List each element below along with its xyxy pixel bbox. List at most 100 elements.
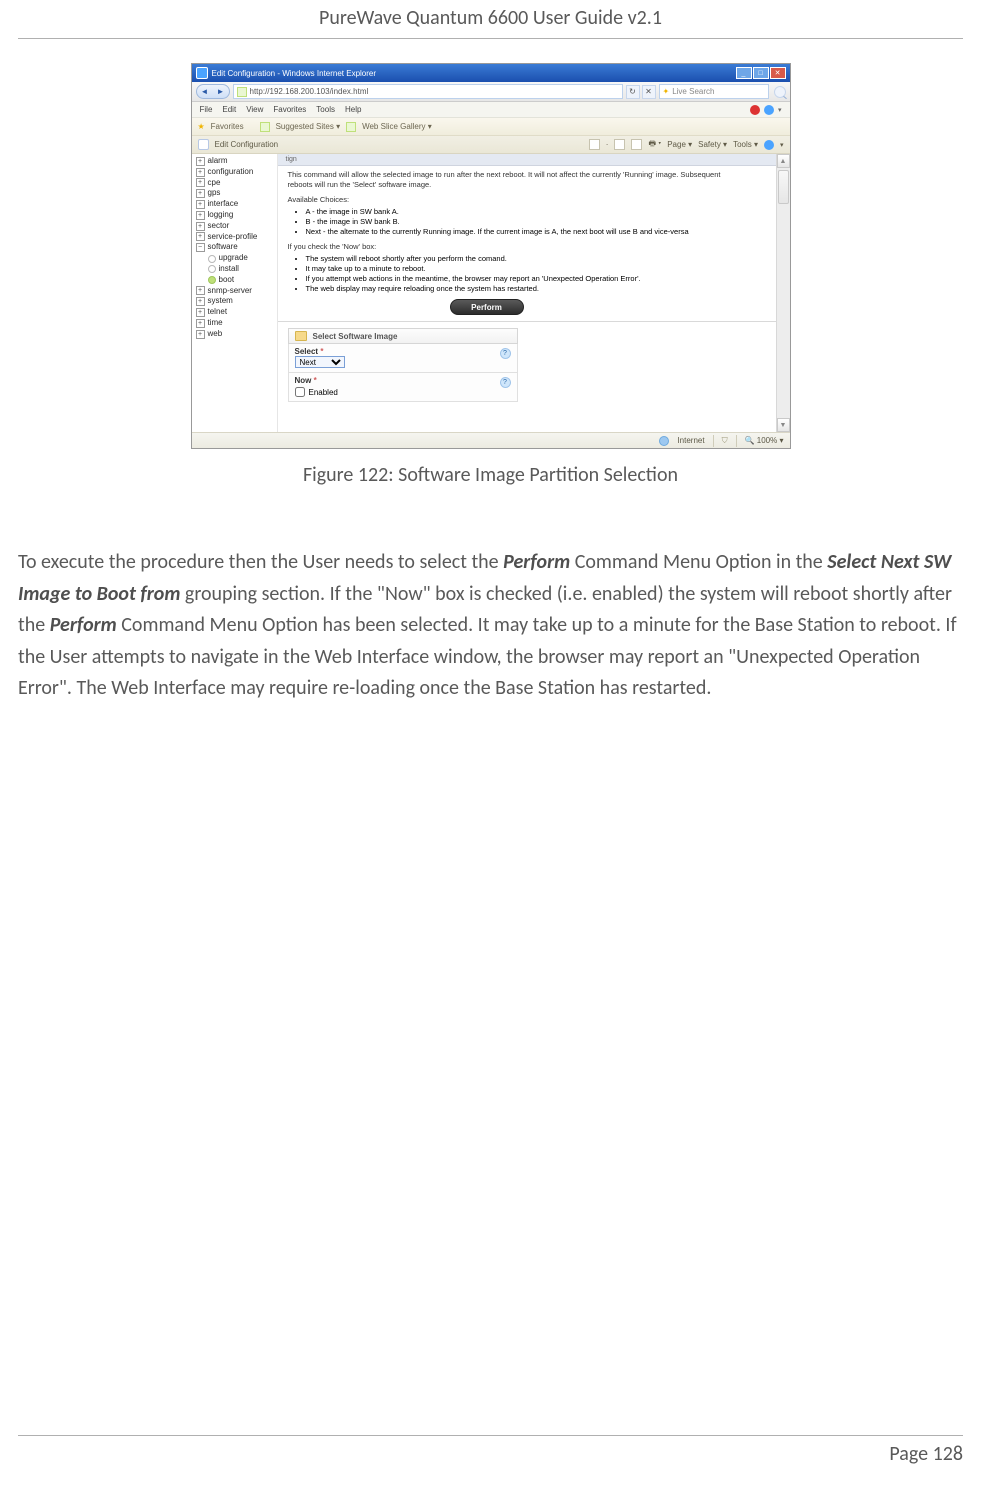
page-footer: Page 128 xyxy=(18,1435,963,1466)
tree-item-telnet[interactable]: +telnet xyxy=(196,307,277,318)
menu-favorites[interactable]: Favorites xyxy=(273,105,306,114)
tree-item-boot[interactable]: boot xyxy=(208,275,277,286)
suggested-sites-link[interactable]: Suggested Sites ▾ xyxy=(276,122,341,131)
tree-item-service-profile[interactable]: +service-profile xyxy=(196,232,277,243)
select-image-header[interactable]: Select Software Image xyxy=(288,328,518,344)
intro-text: This command will allow the selected ima… xyxy=(288,170,746,190)
menu-bar: File Edit View Favorites Tools Help ▾ xyxy=(192,102,790,118)
list-item: The system will reboot shortly after you… xyxy=(306,254,746,264)
list-item: Next - the alternate to the currently Ru… xyxy=(306,227,746,237)
tree-item-sector[interactable]: +sector xyxy=(196,221,277,232)
select-image-label: Select Software Image xyxy=(313,332,398,341)
tab-page-icon xyxy=(198,139,209,150)
web-slice-link[interactable]: Web Slice Gallery ▾ xyxy=(362,122,432,131)
tree-item-configuration[interactable]: +configuration xyxy=(196,167,277,178)
scroll-thumb[interactable] xyxy=(778,170,789,204)
search-placeholder: Live Search xyxy=(672,87,714,96)
stop-button[interactable]: ✕ xyxy=(642,85,656,99)
enabled-checkbox[interactable] xyxy=(295,387,305,397)
now-label: Now * xyxy=(295,376,317,385)
scroll-down-button[interactable]: ▼ xyxy=(777,418,790,432)
enabled-label: Enabled xyxy=(309,388,338,397)
protected-mode-icon: ⛉ xyxy=(722,436,728,446)
forward-icon: ► xyxy=(217,87,225,96)
close-button[interactable]: ✕ xyxy=(770,67,786,79)
list-item: The web display may require reloading on… xyxy=(306,284,746,294)
address-bar-row: ◄ ► http://192.168.200.103/index.html ↻ … xyxy=(192,82,790,102)
zoom-dropdown[interactable]: 🔍 100% ▾ xyxy=(745,436,784,445)
web-slice-icon xyxy=(346,122,356,132)
tree-item-logging[interactable]: +logging xyxy=(196,210,277,221)
menu-help[interactable]: Help xyxy=(345,105,361,114)
help-icon[interactable]: ? xyxy=(500,348,511,359)
tree-item-upgrade[interactable]: upgrade xyxy=(208,253,277,264)
panel-header-strip: tign xyxy=(278,154,776,166)
window-title: Edit Configuration - Windows Internet Ex… xyxy=(212,69,377,78)
list-item: A - the image in SW bank A. xyxy=(306,207,746,217)
tree-item-gps[interactable]: +gps xyxy=(196,188,277,199)
print-dropdown[interactable]: 🖶 ▾ xyxy=(648,138,661,152)
available-choices-list: A - the image in SW bank A. B - the imag… xyxy=(288,207,746,236)
toolbar-sep: · xyxy=(606,140,609,149)
menu-tools[interactable]: Tools xyxy=(316,105,335,114)
body-paragraph: To execute the procedure then the User n… xyxy=(18,547,963,705)
menu-edit[interactable]: Edit xyxy=(222,105,236,114)
stop-icon[interactable] xyxy=(750,105,760,115)
select-label: Select * xyxy=(295,347,324,356)
app-body: +alarm +configuration +cpe +gps +interfa… xyxy=(192,154,790,432)
now-box-label: If you check the 'Now' box: xyxy=(288,242,746,252)
toolbar-page[interactable]: Page ▾ xyxy=(667,140,692,149)
mail-button[interactable] xyxy=(631,139,642,150)
ie-icon xyxy=(196,67,208,79)
tree-item-time[interactable]: +time xyxy=(196,318,277,329)
tree-item-interface[interactable]: +interface xyxy=(196,199,277,210)
refresh-button[interactable]: ↻ xyxy=(626,85,640,99)
select-field-row: Select * ? Next xyxy=(288,344,518,373)
perform-button[interactable]: Perform xyxy=(450,299,524,315)
search-button[interactable] xyxy=(774,86,786,98)
tree-item-alarm[interactable]: +alarm xyxy=(196,156,277,167)
tree-item-cpe[interactable]: +cpe xyxy=(196,178,277,189)
search-input[interactable]: ✦ Live Search xyxy=(659,84,769,99)
available-choices-label: Available Choices: xyxy=(288,195,746,205)
select-dropdown[interactable]: Next xyxy=(295,356,345,368)
tab-bar: Edit Configuration · 🖶 ▾ Page ▾ Safety ▾… xyxy=(192,136,790,154)
page-header-title: PureWave Quantum 6600 User Guide v2.1 xyxy=(18,0,963,38)
footer-divider xyxy=(18,1435,963,1436)
help-icon[interactable]: ? xyxy=(500,377,511,388)
list-item: If you attempt web actions in the meanti… xyxy=(306,274,746,284)
help-about-icon[interactable] xyxy=(764,105,774,115)
vertical-scrollbar[interactable]: ▲ ▼ xyxy=(776,154,790,432)
suggested-sites-icon xyxy=(260,122,270,132)
toolbar-tools[interactable]: Tools ▾ xyxy=(733,140,758,149)
minimize-button[interactable]: _ xyxy=(736,67,752,79)
feeds-button[interactable] xyxy=(614,139,625,150)
tree-item-web[interactable]: +web xyxy=(196,329,277,340)
status-separator xyxy=(736,435,737,447)
maximize-button[interactable]: □ xyxy=(753,67,769,79)
favorites-star-icon[interactable]: ★ xyxy=(198,122,205,131)
status-internet: Internet xyxy=(677,436,704,445)
favorites-label[interactable]: Favorites xyxy=(211,122,244,131)
back-forward-buttons[interactable]: ◄ ► xyxy=(196,84,230,99)
folder-icon xyxy=(295,331,307,341)
tab-label[interactable]: Edit Configuration xyxy=(215,140,279,149)
dropdown-arrow-icon[interactable]: ▾ xyxy=(778,106,782,114)
tree-item-software[interactable]: −software xyxy=(196,242,277,253)
scroll-up-button[interactable]: ▲ xyxy=(777,154,790,168)
search-provider-icon: ✦ xyxy=(663,87,670,96)
menu-view[interactable]: View xyxy=(246,105,263,114)
toolbar-help-arrow[interactable]: ▾ xyxy=(780,141,784,149)
address-input[interactable]: http://192.168.200.103/index.html xyxy=(233,84,623,99)
toolbar-help-icon[interactable] xyxy=(764,140,774,150)
nav-tree: +alarm +configuration +cpe +gps +interfa… xyxy=(192,154,278,432)
menu-file[interactable]: File xyxy=(200,105,213,114)
home-button[interactable] xyxy=(589,139,600,150)
favorites-bar: ★ Favorites Suggested Sites ▾ Web Slice … xyxy=(192,118,790,136)
toolbar-safety[interactable]: Safety ▾ xyxy=(698,140,727,149)
internet-zone-icon xyxy=(659,436,669,446)
list-item: It may take up to a minute to reboot. xyxy=(306,264,746,274)
tree-item-snmp-server[interactable]: +snmp-server xyxy=(196,286,277,297)
tree-item-system[interactable]: +system xyxy=(196,296,277,307)
tree-item-install[interactable]: install xyxy=(208,264,277,275)
